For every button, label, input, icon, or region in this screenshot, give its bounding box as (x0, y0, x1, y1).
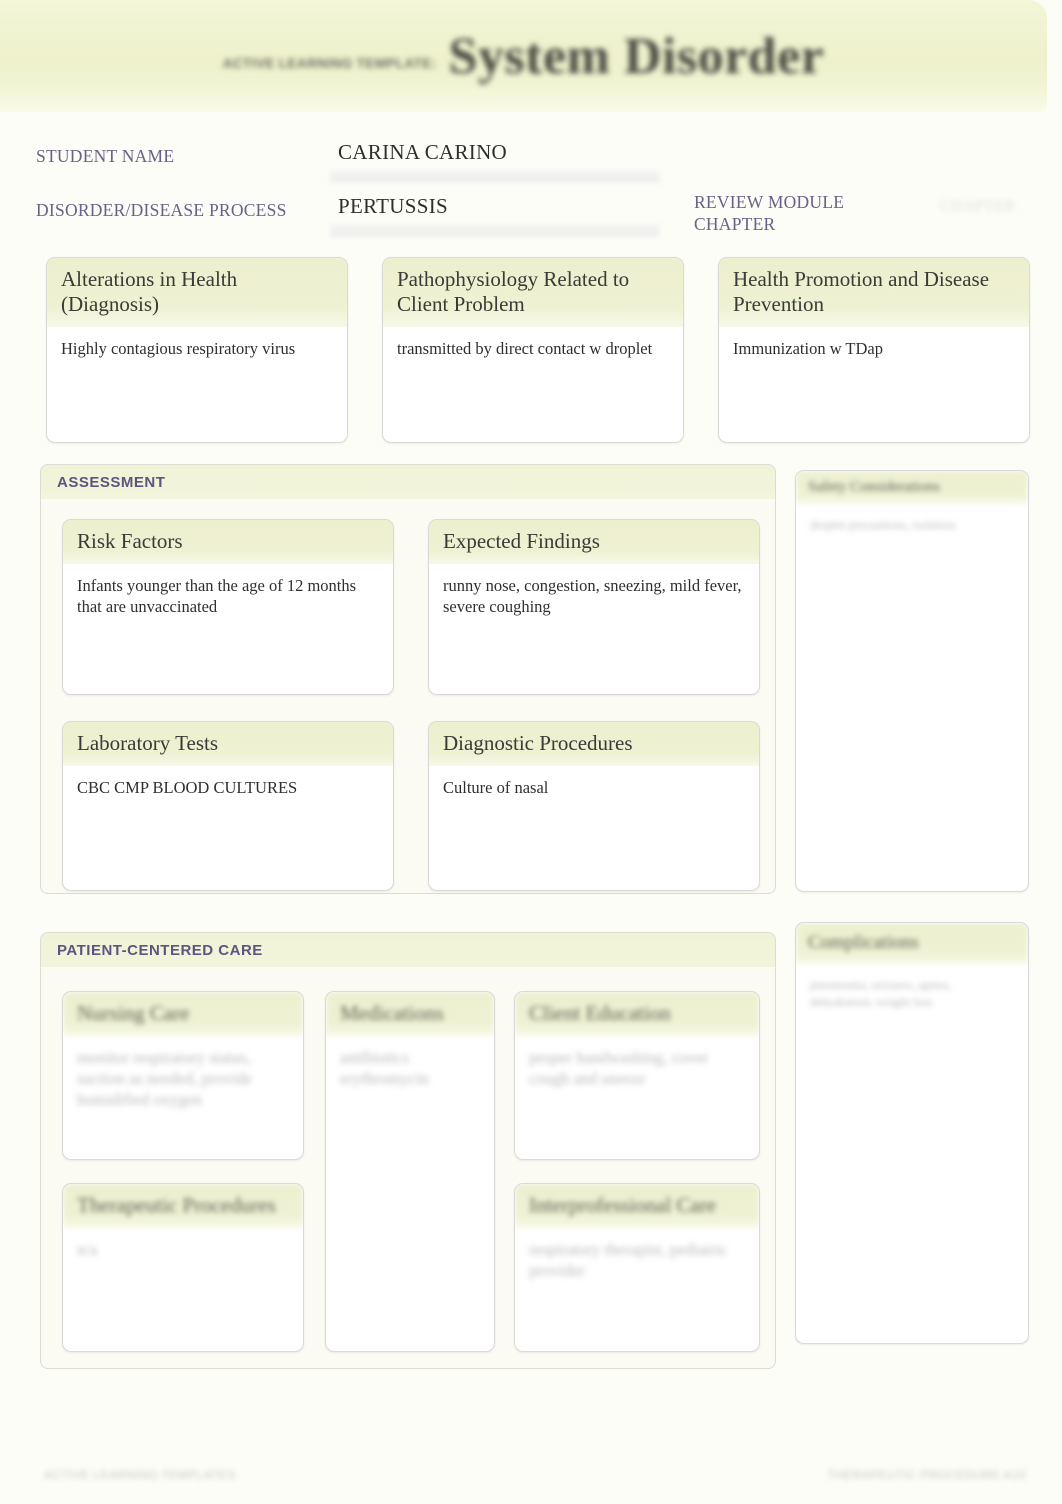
card-body[interactable]: monitor respiratory status, suction as n… (63, 1036, 303, 1110)
card-diagnostic-procedures: Diagnostic Procedures Culture of nasal (428, 721, 760, 891)
meta-fields: STUDENT NAME CARINA CARINO DISORDER/DISE… (0, 112, 1062, 242)
card-title: Diagnostic Procedures (429, 722, 759, 766)
card-body[interactable]: Culture of nasal (429, 766, 759, 798)
card-risk-factors: Risk Factors Infants younger than the ag… (62, 519, 394, 695)
card-title: Therapeutic Procedures (63, 1184, 303, 1228)
card-health-promotion: Health Promotion and Disease Prevention … (718, 257, 1030, 443)
card-pathophysiology: Pathophysiology Related to Client Proble… (382, 257, 684, 443)
card-body[interactable]: antibiotics erythromycin (326, 1036, 494, 1089)
card-safety-considerations: Safety Considerations droplet precaution… (795, 470, 1029, 892)
template-header-band: ACTIVE LEARNING TEMPLATE: System Disorde… (0, 0, 1047, 112)
card-body[interactable]: Immunization w TDap (719, 327, 1029, 359)
card-body[interactable]: respiratory therapist, pediatric provide… (515, 1228, 759, 1281)
card-title: Alterations in Health (Diagnosis) (47, 258, 347, 327)
card-body[interactable]: droplet precautions, isolation (796, 504, 1028, 533)
card-title: Risk Factors (63, 520, 393, 564)
card-body[interactable]: proper handwashing, cover cough and snee… (515, 1036, 759, 1089)
patient-centered-care-section-title: PATIENT-CENTERED CARE (57, 942, 263, 959)
page-footer: ACTIVE LEARNING TEMPLATES THERAPEUTIC PR… (0, 1452, 1062, 1498)
system-disorder-template-page: { "header": { "kicker": "ACTIVE LEARNING… (0, 0, 1062, 1504)
card-complications: Complications pneumonia, seizures, apnea… (795, 922, 1029, 1344)
assessment-section-title: ASSESSMENT (57, 474, 166, 491)
template-header-inner: ACTIVE LEARNING TEMPLATE: System Disorde… (0, 0, 1047, 112)
page-title: System Disorder (448, 27, 825, 85)
card-body[interactable]: runny nose, congestion, sneezing, mild f… (429, 564, 759, 617)
card-laboratory-tests: Laboratory Tests CBC CMP BLOOD CULTURES (62, 721, 394, 891)
card-title: Safety Considerations (796, 471, 1028, 504)
card-title: Nursing Care (63, 992, 303, 1036)
card-nursing-care: Nursing Care monitor respiratory status,… (62, 991, 304, 1160)
disorder-process-label: DISORDER/DISEASE PROCESS (36, 200, 287, 220)
card-title: Expected Findings (429, 520, 759, 564)
card-title: Interprofessional Care (515, 1184, 759, 1228)
student-name-rule (330, 170, 660, 183)
card-alterations-in-health: Alterations in Health (Diagnosis) Highly… (46, 257, 348, 443)
review-module-chapter-label: REVIEW MODULE CHAPTER (694, 192, 845, 234)
card-title: Pathophysiology Related to Client Proble… (383, 258, 683, 327)
template-kicker-label: ACTIVE LEARNING TEMPLATE: (222, 55, 437, 71)
card-title: Health Promotion and Disease Prevention (719, 258, 1029, 327)
card-title: Medications (326, 992, 494, 1036)
disorder-process-value[interactable]: PERTUSSIS (338, 194, 448, 219)
card-body[interactable]: transmitted by direct contact w droplet (383, 327, 683, 359)
student-name-value[interactable]: CARINA CARINO (338, 140, 507, 165)
student-name-label: STUDENT NAME (36, 146, 175, 166)
disorder-process-rule (330, 224, 660, 237)
card-therapeutic-procedures: Therapeutic Procedures n/a (62, 1183, 304, 1352)
footer-left-text: ACTIVE LEARNING TEMPLATES (44, 1468, 236, 1482)
footer-right-text: THERAPEUTIC PROCEDURE A10 (827, 1468, 1026, 1482)
card-title: Laboratory Tests (63, 722, 393, 766)
card-interprofessional-care: Interprofessional Care respiratory thera… (514, 1183, 760, 1352)
card-body[interactable]: Infants younger than the age of 12 month… (63, 564, 393, 617)
card-body[interactable]: n/a (63, 1228, 303, 1260)
card-title: Complications (796, 923, 1028, 965)
card-client-education: Client Education proper handwashing, cov… (514, 991, 760, 1160)
review-module-chapter-value[interactable]: CHAPTER (940, 198, 1015, 216)
card-title: Client Education (515, 992, 759, 1036)
card-medications: Medications antibiotics erythromycin (325, 991, 495, 1352)
card-body[interactable]: CBC CMP BLOOD CULTURES (63, 766, 393, 798)
card-body[interactable]: Highly contagious respiratory virus (47, 327, 347, 359)
card-body[interactable]: pneumonia, seizures, apnea, dehydration,… (796, 964, 1028, 1010)
card-expected-findings: Expected Findings runny nose, congestion… (428, 519, 760, 695)
